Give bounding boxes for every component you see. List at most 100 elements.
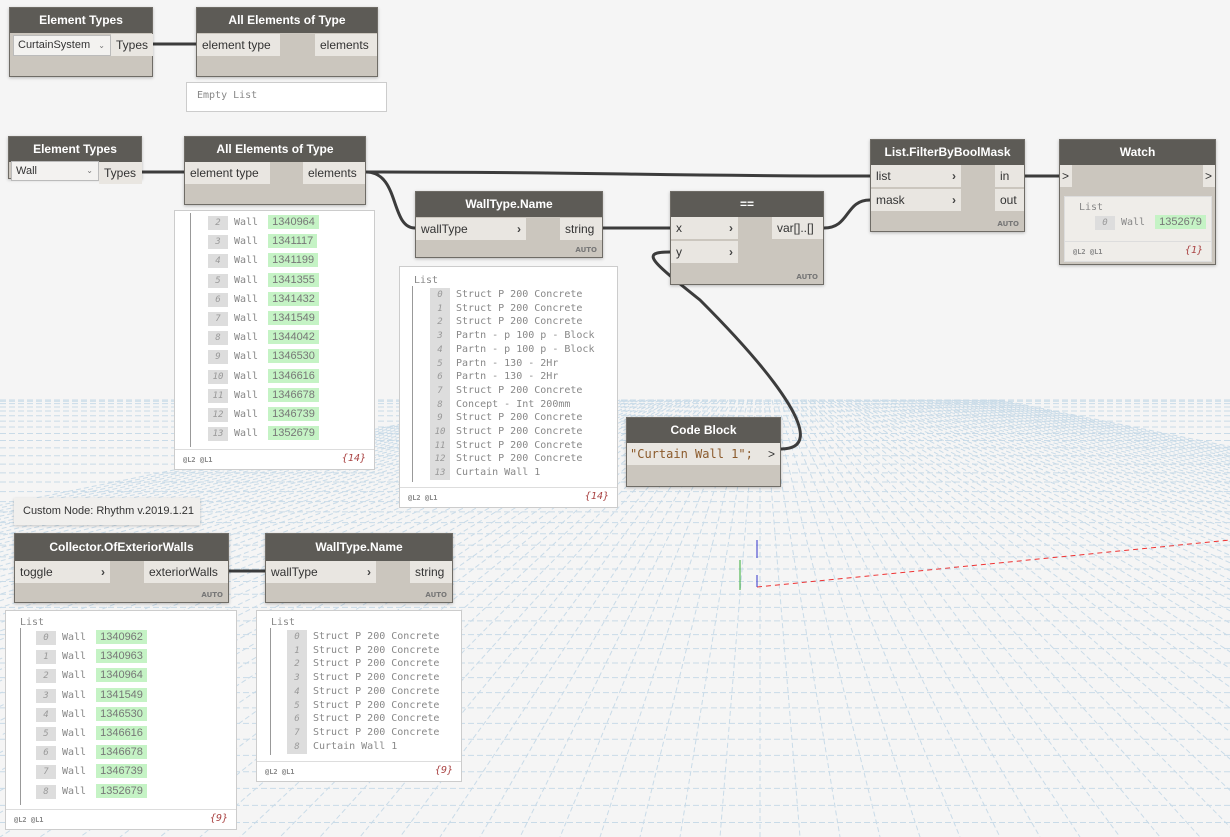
list-item[interactable]: 0 Wall 1340962 [36,630,147,645]
element-id-link[interactable]: 1341432 [268,291,319,306]
list-item[interactable]: 8 Wall 1352679 [36,783,147,799]
input-port-x[interactable]: x › [671,217,738,239]
element-id-link[interactable]: 1340964 [268,215,319,229]
input-port[interactable]: > [1060,165,1072,187]
element-id-link[interactable]: 1341117 [268,234,318,249]
list-item[interactable]: 0 Struct P 200 Concrete [430,288,582,302]
list-item[interactable]: 1 Wall 1340963 [36,649,147,665]
output-port-string[interactable]: string [410,561,452,583]
watch-preview[interactable]: List 0 Wall 1352679 @L2 @L1 {1} [1064,196,1212,262]
list-item[interactable]: 4 Wall 1341199 [208,253,319,269]
list-item[interactable]: 3 Struct P 200 Concrete [287,671,439,686]
watch-node[interactable]: Watch > > List 0 Wall 1352679 @L2 @L1 {1} [1059,139,1216,265]
list-item[interactable]: 1 Struct P 200 Concrete [430,301,582,316]
element-id-link[interactable]: 1340964 [96,668,147,683]
element-id-link[interactable]: 1346739 [268,407,319,421]
output-port-elements[interactable]: elements [303,162,365,184]
element-id-link[interactable]: 1340962 [96,630,147,644]
list-item[interactable]: 5 Struct P 200 Concrete [287,698,439,713]
input-port-list[interactable]: list › [871,165,961,187]
list-item[interactable]: 8 Concept - Int 200mm [430,397,570,412]
filter-by-bool-mask-node[interactable]: List.FilterByBoolMask list › mask › in out… [870,139,1025,232]
list-item[interactable]: 8 Curtain Wall 1 [287,739,397,754]
list-item[interactable]: 9 Struct P 200 Concrete [430,411,582,426]
element-types-node-1[interactable]: Element Types CurtainSystem ⌄ Types [9,7,153,77]
element-types-node-2[interactable]: Element Types Wall ⌄ Types [8,136,142,184]
list-item[interactable]: 12 Struct P 200 Concrete [430,452,582,467]
element-id-link[interactable]: 1352679 [1155,215,1206,229]
input-port-mask[interactable]: mask › [871,189,961,211]
output-port-out[interactable]: out [995,189,1024,211]
element-id-link[interactable]: 1352679 [268,426,319,441]
output-port-types[interactable]: Types [111,34,153,56]
list-item[interactable]: 2 Wall 1340964 [208,215,319,230]
element-type-dropdown[interactable]: Wall ⌄ [11,161,99,181]
list-item[interactable]: 3 Wall 1341117 [208,234,318,250]
list-item[interactable]: 11 Wall 1346678 [208,387,319,403]
walltype-name-node-2[interactable]: WallType.Name wallType › string AUTO [265,533,453,603]
element-id-link[interactable]: 1341549 [268,311,319,325]
list-item[interactable]: 3 Wall 1341549 [36,687,147,703]
output-port[interactable]: > [1203,165,1215,187]
element-id-link[interactable]: 1341355 [268,272,319,287]
element-id-link[interactable]: 1346616 [268,368,319,383]
list-item[interactable]: 7 Wall 1341549 [208,311,319,326]
list-item[interactable]: 12 Wall 1346739 [208,407,319,422]
element-id-link[interactable]: 1346678 [268,387,319,402]
list-item[interactable]: 0 Struct P 200 Concrete [287,630,439,644]
collector-exterior-walls-node[interactable]: Collector.OfExteriorWalls toggle › exteri… [14,533,229,603]
output-port[interactable]: > [764,443,780,465]
list-item[interactable]: 5 Wall 1341355 [208,272,319,288]
list-item[interactable]: 2 Struct P 200 Concrete [287,657,439,672]
list-item[interactable]: 8 Wall 1344042 [208,330,319,346]
list-item[interactable]: 7 Struct P 200 Concrete [287,725,439,740]
equals-node[interactable]: == x › y › var[]..[] AUTO [670,191,824,285]
element-id-link[interactable]: 1346530 [96,706,147,721]
output-port-types[interactable]: Types [99,162,142,184]
output-port-in[interactable]: in [995,165,1024,187]
input-port-toggle[interactable]: toggle › [15,561,110,583]
list-item[interactable]: 9 Wall 1346530 [208,349,319,365]
input-port-y[interactable]: y › [671,241,738,263]
list-item[interactable]: 7 Wall 1346739 [36,764,147,780]
list-item[interactable]: 13 Curtain Wall 1 [430,466,540,481]
list-item[interactable]: 7 Struct P 200 Concrete [430,383,582,398]
element-id-link[interactable]: 1346678 [96,745,147,760]
walltype-name-node-1[interactable]: WallType.Name wallType › string AUTO [415,191,603,258]
element-id-link[interactable]: 1346530 [268,349,319,364]
input-port-element-type[interactable]: element type [197,34,280,56]
preview-walltype-names[interactable]: List 0 Struct P 200 Concrete 1 Struct P 200 … [399,266,618,508]
list-item[interactable]: 6 Struct P 200 Concrete [287,712,439,727]
element-id-link[interactable]: 1346739 [96,764,147,779]
list-item[interactable]: 2 Struct P 200 Concrete [430,315,582,330]
list-item[interactable]: 4 Struct P 200 Concrete [287,684,439,699]
list-item[interactable]: 6 Wall 1341432 [208,291,319,307]
preview-exterior-walls[interactable]: List 0 Wall 1340962 1 Wall 1340963 2 Wall 1340964… [5,610,237,830]
list-item[interactable]: 3 Partn - p 100 p - Block [430,329,594,344]
all-elements-of-type-node-1[interactable]: All Elements of Type element type elemen… [196,7,378,77]
output-port-elements[interactable]: elements [315,34,377,56]
element-id-link[interactable]: 1344042 [268,330,319,345]
preview-all-elements[interactable]: 2 Wall 1340964 3 Wall 1341117 4 Wall 1341199 5 Wal… [174,210,375,470]
input-port-walltype[interactable]: wallType › [266,561,376,583]
list-item[interactable]: 10 Wall 1346616 [208,368,319,384]
list-item[interactable]: 4 Partn - p 100 p - Block [430,342,594,357]
list-item[interactable]: 6 Partn - 130 - 2Hr [430,370,558,385]
list-item[interactable]: 2 Wall 1340964 [36,668,147,684]
input-port-element-type[interactable]: element type [185,162,270,184]
code-input[interactable]: "Curtain Wall 1"; [627,443,765,465]
list-item[interactable]: 4 Wall 1346530 [36,706,147,722]
list-item[interactable]: 1 Struct P 200 Concrete [287,643,439,658]
element-id-link[interactable]: 1352679 [96,783,147,798]
list-item[interactable]: 5 Partn - 130 - 2Hr [430,356,558,371]
preview-walltype-names-2[interactable]: List 0 Struct P 200 Concrete 1 Struct P 200 … [256,610,462,782]
input-port-walltype[interactable]: wallType › [416,218,526,240]
output-port-var[interactable]: var[]..[] [772,217,823,239]
element-type-dropdown[interactable]: CurtainSystem ⌄ [13,35,111,56]
element-id-link[interactable]: 1341549 [96,687,147,702]
element-id-link[interactable]: 1346616 [96,726,147,740]
output-port-exterior-walls[interactable]: exteriorWalls [144,561,228,583]
list-item[interactable]: 13 Wall 1352679 [208,426,319,442]
element-id-link[interactable]: 1340963 [96,649,147,664]
output-port-string[interactable]: string [560,218,602,240]
